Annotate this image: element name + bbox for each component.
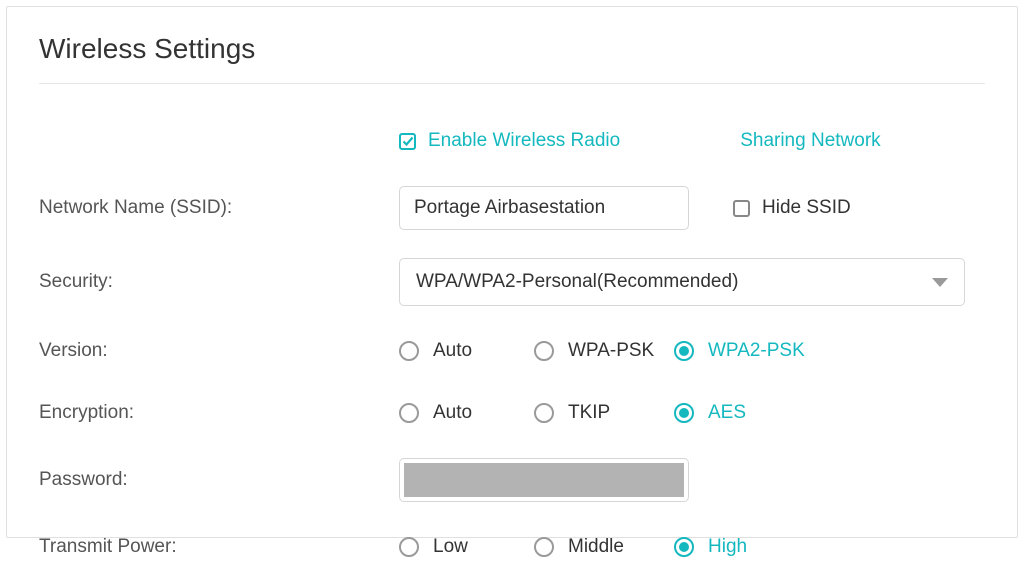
encryption-option-auto[interactable]: Auto (399, 402, 534, 424)
radio-icon (399, 537, 419, 557)
encryption-radios: Auto TKIP AES (399, 402, 985, 424)
transmit-power-radios: Low Middle High (399, 536, 985, 558)
radio-label: AES (708, 402, 746, 424)
radio-label: High (708, 536, 747, 558)
power-option-low[interactable]: Low (399, 536, 534, 558)
security-label: Security: (39, 271, 399, 293)
radio-icon (674, 341, 694, 361)
ssid-input[interactable] (399, 186, 689, 230)
wireless-settings-panel: Wireless Settings Enable Wireless Radio … (6, 6, 1018, 538)
security-select[interactable]: WPA/WPA2-Personal(Recommended) (399, 258, 965, 306)
checkbox-icon (399, 133, 416, 150)
power-option-middle[interactable]: Middle (534, 536, 674, 558)
encryption-option-tkip[interactable]: TKIP (534, 402, 674, 424)
hide-ssid-label: Hide SSID (762, 197, 851, 219)
security-selected: WPA/WPA2-Personal(Recommended) (416, 271, 738, 293)
row-enable: Enable Wireless Radio Sharing Network (39, 124, 985, 158)
chevron-down-icon (932, 278, 948, 287)
password-input[interactable] (399, 458, 689, 502)
radio-icon (534, 341, 554, 361)
ssid-label: Network Name (SSID): (39, 197, 399, 219)
version-option-wpa-psk[interactable]: WPA-PSK (534, 340, 674, 362)
radio-icon (399, 341, 419, 361)
radio-icon (534, 403, 554, 423)
password-masked-fill (404, 463, 684, 497)
power-option-high[interactable]: High (674, 536, 747, 558)
radio-icon (674, 403, 694, 423)
radio-label: Auto (433, 402, 472, 424)
encryption-label: Encryption: (39, 402, 399, 424)
transmit-power-label: Transmit Power: (39, 536, 399, 558)
encryption-option-aes[interactable]: AES (674, 402, 746, 424)
row-security: Security: WPA/WPA2-Personal(Recommended) (39, 258, 985, 306)
row-version: Version: Auto WPA-PSK WPA2-PSK (39, 334, 985, 368)
radio-label: Low (433, 536, 468, 558)
version-option-auto[interactable]: Auto (399, 340, 534, 362)
radio-icon (674, 537, 694, 557)
radio-label: Middle (568, 536, 624, 558)
enable-controls: Enable Wireless Radio Sharing Network (399, 130, 985, 152)
password-label: Password: (39, 469, 399, 491)
checkbox-icon (733, 200, 750, 217)
row-transmit-power: Transmit Power: Low Middle High (39, 530, 985, 564)
row-password: Password: (39, 458, 985, 502)
version-option-wpa2-psk[interactable]: WPA2-PSK (674, 340, 805, 362)
hide-ssid-checkbox[interactable]: Hide SSID (733, 197, 851, 219)
radio-label: WPA-PSK (568, 340, 654, 362)
version-radios: Auto WPA-PSK WPA2-PSK (399, 340, 985, 362)
password-controls (399, 458, 985, 502)
radio-label: Auto (433, 340, 472, 362)
row-encryption: Encryption: Auto TKIP AES (39, 396, 985, 430)
radio-icon (534, 537, 554, 557)
sharing-network-link[interactable]: Sharing Network (740, 130, 880, 152)
radio-icon (399, 403, 419, 423)
security-controls: WPA/WPA2-Personal(Recommended) (399, 258, 985, 306)
radio-label: WPA2-PSK (708, 340, 805, 362)
enable-wireless-checkbox[interactable]: Enable Wireless Radio (399, 130, 620, 152)
row-ssid: Network Name (SSID): Hide SSID (39, 186, 985, 230)
page-title: Wireless Settings (39, 33, 985, 84)
radio-label: TKIP (568, 402, 610, 424)
ssid-controls: Hide SSID (399, 186, 985, 230)
enable-wireless-label: Enable Wireless Radio (428, 130, 620, 152)
version-label: Version: (39, 340, 399, 362)
